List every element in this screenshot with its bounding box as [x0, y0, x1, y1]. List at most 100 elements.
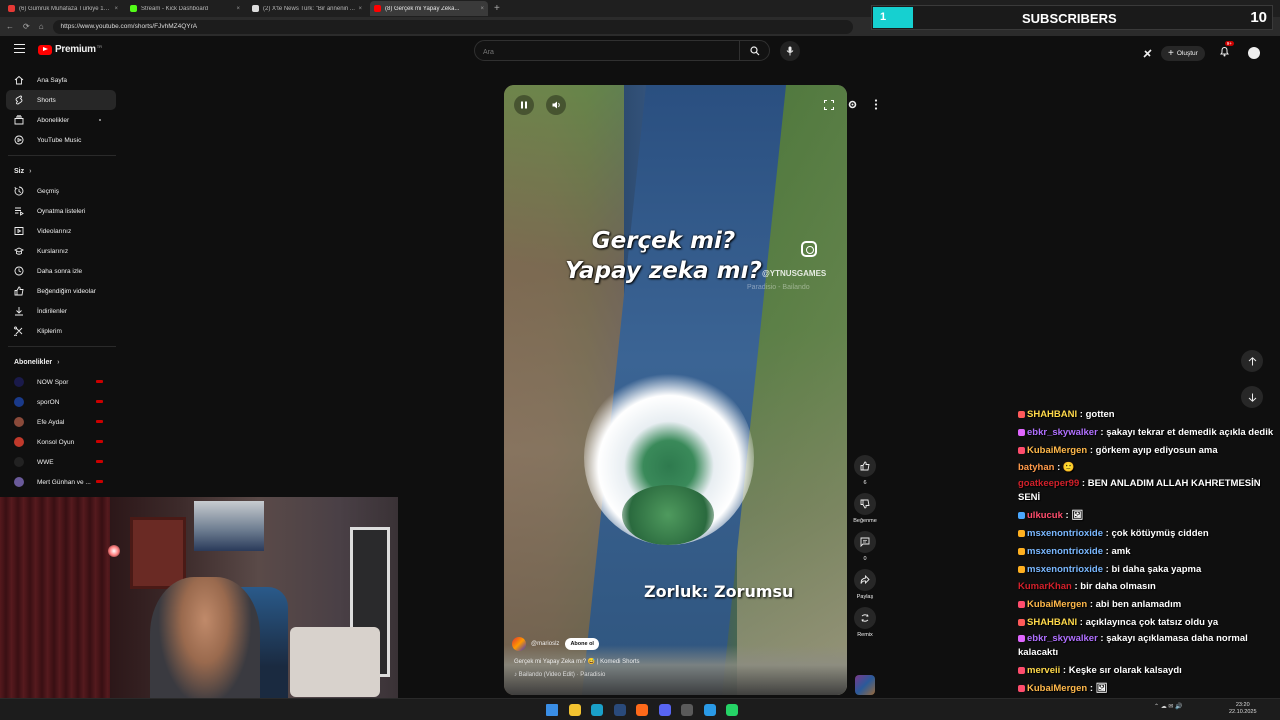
chat-username[interactable]: goatkeeper99	[1018, 478, 1079, 489]
youtube-logo[interactable]: Premium TR	[38, 44, 102, 55]
volume-button[interactable]	[546, 95, 566, 115]
chat-username[interactable]: SHAHBANI	[1027, 617, 1077, 628]
chat-message: goatkeeper99 : BEN ANLADIM ALLAH KAHRETM…	[1018, 477, 1280, 505]
chat-username[interactable]: msxenontrioxide	[1027, 564, 1103, 575]
search-input[interactable]	[475, 43, 725, 62]
sidebar-item-konsol-oyun[interactable]: Konsol Oyun	[0, 432, 120, 452]
file-explorer-icon[interactable]	[568, 704, 581, 716]
more-vert-icon[interactable]	[874, 99, 878, 110]
chat-username[interactable]: KubaiMergen	[1027, 683, 1087, 694]
sidebar-section-subscriptions[interactable]: Abonelikler ›	[0, 352, 120, 372]
tab-close-icon[interactable]: ×	[114, 6, 118, 12]
back-icon[interactable]: ←	[6, 22, 14, 31]
taskbar-clock[interactable]: 23:20 22.10.2025	[1229, 702, 1257, 716]
volume-icon	[552, 101, 560, 109]
chat-username[interactable]: SHAHBANI	[1027, 409, 1077, 420]
channel-avatar[interactable]	[512, 637, 526, 651]
windows-start-icon[interactable]	[546, 704, 558, 716]
share-button[interactable]: Paylaş	[850, 569, 880, 600]
comments-button[interactable]: 0	[850, 531, 880, 562]
notifications-button[interactable]: 9+	[1219, 41, 1234, 62]
vscode-icon[interactable]	[703, 704, 716, 716]
whatsapp-icon[interactable]	[726, 704, 738, 716]
url-field[interactable]: https://www.youtube.com/shorts/FJvhMZ4QY…	[52, 19, 853, 34]
sidebar-item-daha-sonra-izle[interactable]: Daha sonra izle	[0, 261, 120, 281]
menu-icon[interactable]	[14, 44, 25, 53]
sidebar-item-i-ndirilenler[interactable]: İndirilenler	[0, 301, 120, 321]
pause-button[interactable]	[514, 95, 534, 115]
voice-search-button[interactable]	[780, 41, 800, 61]
sidebar-item-beğendiğim-videolar[interactable]: Beğendiğim videolar	[0, 281, 120, 301]
chat-username[interactable]: KumarKhan	[1018, 581, 1072, 592]
sidebar-item-efe-aydal[interactable]: Efe Aydal	[0, 412, 120, 432]
sidebar-item-geçmiş[interactable]: Geçmiş	[0, 181, 120, 201]
browser-tab[interactable]: (6) Gümrük Muhafaza Türkiye 12... ×	[4, 1, 122, 16]
chat-username[interactable]: batyhan	[1018, 462, 1054, 473]
like-button[interactable]: 6	[850, 455, 880, 486]
chat-text: bir daha olmasın	[1080, 581, 1156, 593]
gear-icon[interactable]	[847, 99, 858, 110]
live-indicator	[96, 400, 103, 403]
dislike-button[interactable]: Beğenme	[850, 493, 880, 524]
chat-username[interactable]: ebkr_skywalker	[1027, 633, 1098, 644]
chat-username[interactable]: KubaiMergen	[1027, 445, 1087, 456]
chat-username[interactable]: msxenontrioxide	[1027, 546, 1103, 557]
tab-close-icon[interactable]: ×	[236, 6, 240, 12]
subscribe-button[interactable]: Abone ol	[565, 638, 599, 650]
sidebar-item-wwe[interactable]: WWE	[0, 452, 120, 472]
sidebar-item-shorts[interactable]: Shorts	[6, 90, 116, 110]
discord-icon[interactable]	[658, 704, 671, 716]
chat-username[interactable]: ebkr_skywalker	[1027, 427, 1098, 438]
sidebar-item-kliplerim[interactable]: Kliplerim	[0, 321, 120, 341]
chat-text: abi ben anlamadım	[1095, 599, 1182, 611]
next-short-button[interactable]	[1241, 386, 1263, 408]
chat-text: Keşke sır olarak kalsaydı	[1068, 664, 1182, 676]
sidebar-item-label: Mert Günhan ve ...	[37, 478, 91, 486]
sidebar-item-youtube-music[interactable]: YouTube Music	[0, 130, 120, 150]
sidebar-item-ana-sayfa[interactable]: Ana Sayfa	[0, 70, 120, 90]
system-tray[interactable]: ⌃ ☁ ✉ 🔊	[1154, 703, 1183, 710]
remix-circle	[854, 607, 876, 629]
create-button[interactable]: + Oluştur	[1161, 45, 1205, 61]
search-button[interactable]	[739, 41, 769, 60]
tab-close-icon[interactable]: ×	[480, 6, 484, 12]
chat-username[interactable]: msxenontrioxide	[1027, 528, 1103, 539]
remix-icon	[861, 614, 869, 622]
tab-close-icon[interactable]: ×	[358, 6, 362, 12]
browser-tab[interactable]: (2) X'te News Türk: "Bir annenin ... ×	[248, 1, 366, 16]
channel-name[interactable]: @marioslz	[531, 641, 559, 647]
account-avatar[interactable]	[1247, 47, 1260, 59]
obs-icon[interactable]	[681, 704, 693, 716]
sidebar-divider	[8, 155, 116, 156]
sidebar-item-abonelikler[interactable]: Abonelikler	[0, 110, 120, 130]
chat-username[interactable]: merveii	[1027, 665, 1060, 676]
short-video-player[interactable]: Gerçek mi? Yapay zeka mı? @YTNUSGAMES Pa…	[504, 85, 847, 695]
firefox-icon[interactable]	[636, 704, 648, 716]
sound-thumbnail[interactable]	[855, 675, 875, 695]
sidebar-item-now-spor[interactable]: NOW Spor	[0, 372, 120, 392]
sidebar-item-kurslarınız[interactable]: Kurslarınız	[0, 241, 120, 261]
chat-username[interactable]: ulkucuk	[1027, 510, 1063, 521]
browser-tab[interactable]: Stream - Kick Dashboard ×	[126, 1, 244, 16]
subscriber-current: 1	[880, 11, 887, 23]
home-icon[interactable]: ⌂	[39, 22, 44, 31]
short-music[interactable]: ♪ Bailando (Video Edit) · Paradisio	[514, 672, 605, 678]
chevron-right-icon: ›	[29, 167, 32, 175]
studio-icon[interactable]	[1142, 48, 1153, 59]
remix-button[interactable]: Remix	[850, 607, 880, 638]
video-caption-line1: Gerçek mi?	[591, 228, 736, 254]
sidebar-item-sporon[interactable]: sporON	[0, 392, 120, 412]
browser-tab[interactable]: (8) Gerçek mi Yapay Zeka... ×	[370, 1, 488, 16]
sidebar-item-videolarınız[interactable]: Videolarınız	[0, 221, 120, 241]
steam-icon[interactable]	[613, 704, 626, 716]
chat-username[interactable]: KubaiMergen	[1027, 599, 1087, 610]
sidebar-item-mert-günhan-ve[interactable]: Mert Günhan ve ...	[0, 472, 120, 492]
previous-short-button[interactable]	[1241, 350, 1263, 372]
sidebar-section-you[interactable]: Siz ›	[0, 161, 120, 181]
short-title[interactable]: Gerçek mi Yapay Zeka mı? 😅 | Komedi Shor…	[514, 658, 640, 665]
sidebar-item-oynatma-listeleri[interactable]: Oynatma listeleri	[0, 201, 120, 221]
reload-icon[interactable]: ⟳	[23, 22, 30, 31]
fullscreen-button[interactable]	[819, 95, 839, 115]
new-tab-icon[interactable]: +	[494, 3, 500, 14]
edge-icon[interactable]	[591, 704, 603, 716]
